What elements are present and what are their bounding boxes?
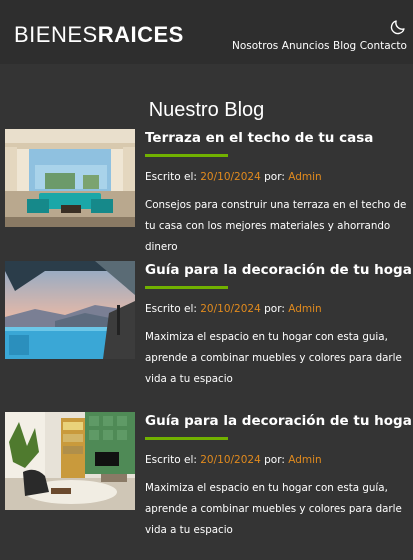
nav-link-blog[interactable]: Blog: [333, 40, 356, 52]
by-label: por:: [264, 171, 285, 183]
title-underline: [145, 286, 228, 289]
entry-excerpt: Maximiza el espacio en tu hogar con esta…: [145, 482, 402, 536]
entry-author: Admin: [288, 171, 322, 183]
written-label: Escrito el:: [145, 171, 197, 183]
entry-content: Terraza en el techo de tu casa Escrito e…: [145, 129, 409, 268]
moon-icon[interactable]: [389, 18, 407, 36]
entry-date: 20/10/2024: [200, 171, 261, 183]
written-label: Escrito el:: [145, 454, 197, 466]
entry-date: 20/10/2024: [200, 303, 261, 315]
site-logo[interactable]: BIENESRAICES: [14, 22, 184, 48]
entry-meta: Escrito el: 20/10/2024 por: Admin: [145, 454, 409, 466]
page-title: Nuestro Blog: [148, 99, 265, 122]
nav-link-nosotros[interactable]: Nosotros: [232, 40, 278, 52]
entry-title[interactable]: Terraza en el techo de tu casa: [145, 129, 409, 147]
by-label: por:: [264, 454, 285, 466]
entry-excerpt: Consejos para construir una terraza en e…: [145, 199, 407, 253]
logo-bold-text: RAICES: [97, 22, 184, 47]
infinity-pool-photo[interactable]: [5, 261, 135, 359]
rooftop-terrace-photo[interactable]: [5, 129, 135, 227]
entry-content: Guía para la decoración de tu hogar Escr…: [145, 412, 413, 551]
entry-title[interactable]: Guía para la decoración de tu hogar: [145, 261, 413, 279]
title-underline: [145, 154, 228, 157]
main-nav: Nosotros Anuncios Blog Contacto: [232, 40, 407, 52]
entry-title[interactable]: Guía para la decoración de tu hogar: [145, 412, 413, 430]
nav-link-contacto[interactable]: Contacto: [360, 40, 407, 52]
entry-content: Guía para la decoración de tu hogar Escr…: [145, 261, 413, 400]
written-label: Escrito el:: [145, 303, 197, 315]
entry-meta: Escrito el: 20/10/2024 por: Admin: [145, 171, 409, 183]
entry-meta: Escrito el: 20/10/2024 por: Admin: [145, 303, 409, 315]
entry-author: Admin: [288, 454, 322, 466]
living-room-photo[interactable]: [5, 412, 135, 510]
entry-date: 20/10/2024: [200, 454, 261, 466]
nav-link-anuncios[interactable]: Anuncios: [282, 40, 330, 52]
entry-excerpt: Maximiza el espacio en tu hogar con esta…: [145, 331, 402, 385]
site-header: BIENESRAICES Nosotros Anuncios Blog Cont…: [0, 0, 413, 64]
title-underline: [145, 437, 228, 440]
by-label: por:: [264, 303, 285, 315]
entry-author: Admin: [288, 303, 322, 315]
logo-light-text: BIENES: [14, 22, 98, 47]
